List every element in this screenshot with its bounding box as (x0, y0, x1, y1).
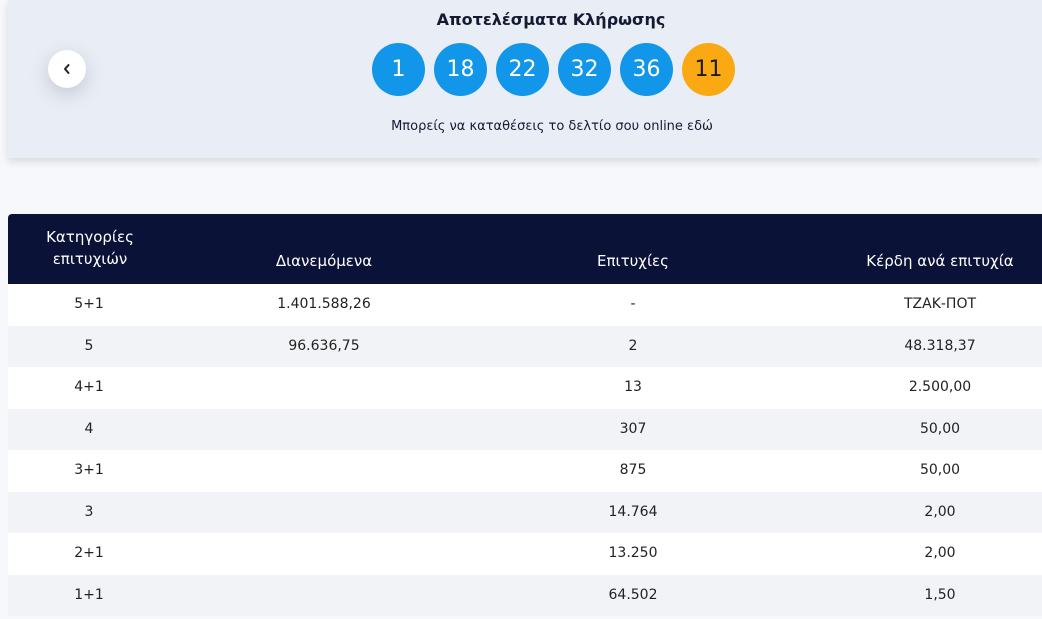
table-row: 3 14.764 2,00 (8, 491, 1042, 534)
cell-distributed: 96.636,75 (288, 337, 360, 354)
prize-table: Κατηγορίες επιτυχιών Διανεμόμενα Επιτυχί… (8, 214, 1042, 619)
cell-successes: - (630, 296, 636, 312)
table-header: Κατηγορίες επιτυχιών Διανεμόμενα Επιτυχί… (8, 214, 1042, 284)
cell-distributed (230, 409, 418, 451)
cell-successes: 13 (624, 379, 642, 395)
number-ball: 22 (496, 43, 549, 96)
cell-distributed (230, 575, 418, 617)
cell-winnings: ΤΖΑΚ-ΠΟΤ (903, 296, 977, 312)
cell-successes: 64.502 (608, 586, 658, 603)
cell-distributed (230, 492, 418, 534)
table-row: 2+1 13.250 2,00 (8, 533, 1042, 575)
cell-distributed: 1.401.588,26 (277, 296, 371, 312)
cell-winnings: 1,50 (924, 586, 956, 603)
cell-distributed (230, 533, 418, 575)
cell-winnings: 48.318,37 (904, 337, 976, 354)
drawn-numbers: 1 18 22 32 36 11 (372, 43, 735, 96)
cell-winnings: 2,00 (924, 545, 956, 561)
cell-winnings: 50,00 (919, 420, 961, 437)
bonus-ball: 11 (682, 43, 735, 96)
online-betting-link[interactable]: Μπορείς να καταθέσεις το δελτίο σου onli… (0, 119, 1042, 134)
table-row: 1+1 64.502 1,50 (8, 574, 1042, 617)
cell-successes: 875 (619, 462, 647, 478)
cell-category: 5 (84, 337, 94, 354)
cell-category: 4 (84, 420, 94, 437)
header-category: Κατηγορίες επιτυχιών (46, 228, 134, 268)
table-row: 5 96.636,75 2 48.318,37 (8, 325, 1042, 367)
cell-successes: 14.764 (608, 503, 658, 520)
chevron-left-icon (64, 64, 70, 74)
cell-distributed (230, 450, 418, 492)
draw-title: Αποτελέσματα Κλήρωσης (436, 10, 666, 29)
cell-category: 4+1 (74, 379, 104, 395)
table-row: 3+1 875 50,00 (8, 450, 1042, 492)
cell-winnings: 50,00 (919, 462, 961, 478)
back-button[interactable] (48, 50, 86, 88)
cell-distributed (230, 367, 418, 409)
header-winnings: Κέρδη ανά επιτυχία (866, 252, 1014, 270)
table-row: 4 307 50,00 (8, 408, 1042, 451)
cell-winnings: 2.500,00 (908, 379, 972, 395)
cell-category: 1+1 (74, 586, 104, 603)
table-row: 5+1 1.401.588,26 - ΤΖΑΚ-ΠΟΤ (8, 284, 1042, 326)
cell-category: 3 (84, 503, 94, 520)
header-distributed: Διανεμόμενα (275, 252, 373, 270)
cell-category: 3+1 (74, 462, 104, 478)
cell-category: 5+1 (74, 296, 104, 312)
number-ball: 32 (558, 43, 611, 96)
cell-successes: 307 (619, 420, 647, 437)
cell-category: 2+1 (74, 545, 104, 561)
number-ball: 36 (620, 43, 673, 96)
table-row: 4+1 13 2.500,00 (8, 367, 1042, 409)
cell-successes: 2 (628, 337, 638, 354)
number-ball: 18 (434, 43, 487, 96)
number-ball: 1 (372, 43, 425, 96)
cell-winnings: 2,00 (924, 503, 956, 520)
cell-successes: 13.250 (608, 545, 658, 561)
header-successes: Επιτυχίες (597, 252, 669, 270)
